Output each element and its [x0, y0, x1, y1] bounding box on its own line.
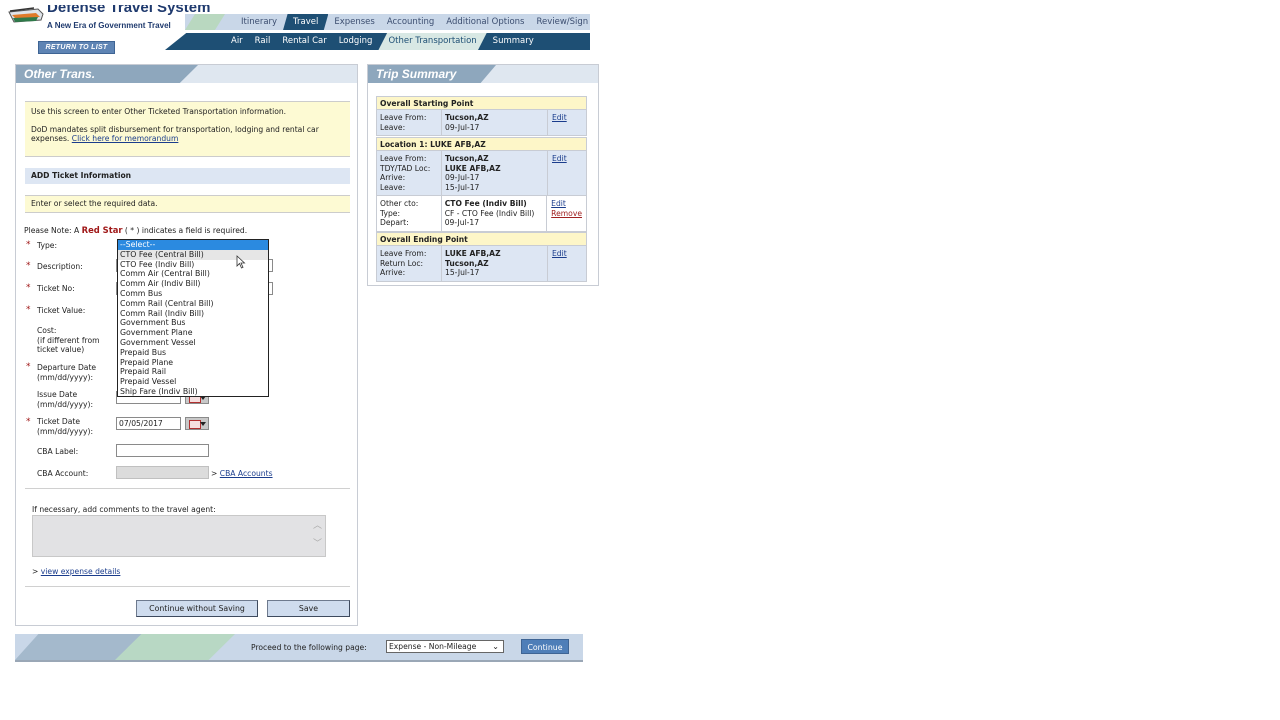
summary-row: Other cto: Type: Depart: CTO Fee (Indiv Bi… — [377, 195, 586, 231]
cba-accounts-link-row: > CBA Accounts — [211, 469, 273, 478]
issue-date-label: Issue Date (mm/dd/yyyy): — [37, 390, 94, 409]
comments-label: If necessary, add comments to the travel… — [32, 505, 216, 514]
primary-nav: Itinerary Travel Expenses Accounting Add… — [235, 14, 594, 30]
continue-without-saving-button[interactable]: Continue without Saving — [136, 600, 258, 617]
subtab-lodging[interactable]: Lodging — [333, 33, 379, 50]
cba-accounts-link[interactable]: CBA Accounts — [220, 469, 273, 478]
required-note: Please Note: A Red Star ( * ) indicates … — [24, 225, 248, 235]
required-star: * — [26, 240, 31, 250]
edit-starting-point-link[interactable]: Edit — [552, 113, 567, 122]
summary-row: Leave From: TDY/TAD Loc: Arrive: Leave: Tuc… — [377, 151, 586, 195]
type-option[interactable]: Prepaid Bus — [118, 348, 268, 358]
remove-other-cto-link[interactable]: Remove — [551, 209, 582, 218]
cba-account-input — [116, 466, 209, 479]
tab-review-sign[interactable]: Review/Sign — [530, 14, 594, 30]
type-option[interactable]: Prepaid Plane — [118, 358, 268, 368]
subtab-air[interactable]: Air — [225, 33, 249, 50]
trip-summary-title: Trip Summary — [368, 65, 496, 83]
starting-point-header: Overall Starting Point — [377, 97, 586, 110]
edit-ending-point-link[interactable]: Edit — [552, 249, 567, 258]
divider — [25, 488, 350, 489]
type-option[interactable]: Comm Rail (Indiv Bill) — [118, 309, 268, 319]
tab-expenses[interactable]: Expenses — [328, 14, 381, 30]
starting-point-block: Overall Starting Point Leave From: Leave:… — [376, 96, 587, 136]
location-1-block: Location 1: LUKE AFB,AZ Leave From: TDY/T… — [376, 137, 587, 232]
edit-other-cto-link[interactable]: Edit — [551, 199, 566, 208]
footer-divider — [15, 660, 583, 662]
save-button[interactable]: Save — [267, 600, 350, 617]
secondary-nav: Air Rail Rental Car Lodging Other Transp… — [225, 33, 540, 50]
type-label: Type: — [37, 241, 57, 250]
required-star: * — [26, 283, 31, 293]
description-label: Description: — [37, 262, 83, 271]
type-option[interactable]: Government Bus — [118, 318, 268, 328]
summary-row: Leave From: Leave: Tucson,AZ 09-Jul-17 Edi… — [377, 110, 586, 135]
chevron-down-icon: ⌄ — [492, 642, 499, 651]
departure-date-label: Departure Date (mm/dd/yyyy): — [37, 363, 97, 382]
memo-text: DoD mandates split disbursement for tran… — [31, 124, 319, 144]
type-dropdown-list[interactable]: --Select-- CTO Fee (Central Bill) CTO Fee … — [117, 239, 269, 397]
scroll-up-icon[interactable]: ︿ — [313, 522, 322, 531]
location-1-header: Location 1: LUKE AFB,AZ — [377, 138, 586, 151]
ending-point-header: Overall Ending Point — [377, 233, 586, 246]
type-option[interactable]: Government Vessel — [118, 338, 268, 348]
ticket-value-label: Ticket Value: — [37, 306, 86, 315]
required-star: * — [26, 305, 31, 315]
calendar-icon[interactable] — [185, 417, 209, 430]
type-option[interactable]: Comm Air (Central Bill) — [118, 269, 268, 279]
type-option[interactable]: Prepaid Rail — [118, 367, 268, 377]
scroll-down-icon[interactable]: ﹀ — [313, 540, 322, 549]
required-prompt: Enter or select the required data. — [25, 195, 350, 213]
required-star: * — [26, 417, 31, 427]
required-star: * — [26, 261, 31, 271]
subtab-summary[interactable]: Summary — [487, 33, 540, 50]
tab-travel[interactable]: Travel — [283, 14, 329, 30]
cba-label-label: CBA Label: — [37, 447, 79, 456]
ticket-no-label: Ticket No: — [37, 284, 75, 293]
mouse-cursor-icon — [236, 255, 246, 269]
type-option[interactable]: Prepaid Vessel — [118, 377, 268, 387]
ending-point-block: Overall Ending Point Leave From: Return L… — [376, 232, 587, 282]
tab-accounting[interactable]: Accounting — [381, 14, 440, 30]
type-option[interactable]: Ship Fare (Indiv Bill) — [118, 387, 268, 397]
edit-location-1-link[interactable]: Edit — [552, 154, 567, 163]
app-subtitle: A New Era of Government Travel — [47, 21, 171, 30]
section-title: ADD Ticket Information — [25, 168, 350, 184]
panel-header: Trip Summary — [368, 65, 598, 83]
tab-itinerary[interactable]: Itinerary — [235, 14, 283, 30]
type-option[interactable]: Comm Bus — [118, 289, 268, 299]
cost-label: Cost: (if different from ticket value) — [37, 326, 100, 354]
required-star: * — [26, 362, 31, 372]
cba-account-label: CBA Account: — [37, 469, 89, 478]
subtab-rental-car[interactable]: Rental Car — [276, 33, 332, 50]
subtab-other-transportation[interactable]: Other Transportation — [378, 33, 487, 50]
subtab-rail[interactable]: Rail — [249, 33, 277, 50]
info-box: Use this screen to enter Other Ticketed … — [25, 101, 350, 157]
panel-title: Other Trans. — [16, 65, 198, 83]
type-option[interactable]: Comm Rail (Central Bill) — [118, 299, 268, 309]
info-text: Use this screen to enter Other Ticketed … — [31, 107, 287, 116]
continue-button[interactable]: Continue — [521, 639, 569, 654]
type-option[interactable]: Government Plane — [118, 328, 268, 338]
footer-bar: Proceed to the following page: Expense -… — [15, 634, 583, 660]
summary-row: Leave From: Return Loc: Arrive: LUKE AFB,A… — [377, 246, 586, 281]
cba-label-input[interactable] — [116, 444, 209, 457]
view-expense-details-link[interactable]: view expense details — [41, 567, 121, 576]
proceed-label: Proceed to the following page: — [251, 643, 367, 652]
comments-textarea[interactable]: ︿ ﹀ — [32, 515, 326, 557]
dts-logo-icon — [8, 7, 44, 23]
panel-header: Other Trans. — [16, 65, 357, 83]
memorandum-link[interactable]: Click here for memorandum — [72, 134, 179, 143]
type-option[interactable]: --Select-- — [118, 240, 268, 250]
return-to-list-button[interactable]: RETURN TO LIST — [38, 41, 115, 54]
view-expense-details-row: > view expense details — [32, 567, 121, 576]
ticket-date-label: Ticket Date (mm/dd/yyyy): — [37, 417, 94, 436]
type-option[interactable]: Comm Air (Indiv Bill) — [118, 279, 268, 289]
ticket-date-input[interactable]: 07/05/2017 — [116, 417, 181, 430]
divider — [25, 586, 350, 587]
trip-summary-panel: Trip Summary Overall Starting Point Leav… — [367, 64, 599, 286]
proceed-page-select[interactable]: Expense - Non-Mileage ⌄ — [386, 640, 504, 653]
tab-additional-options[interactable]: Additional Options — [440, 14, 530, 30]
